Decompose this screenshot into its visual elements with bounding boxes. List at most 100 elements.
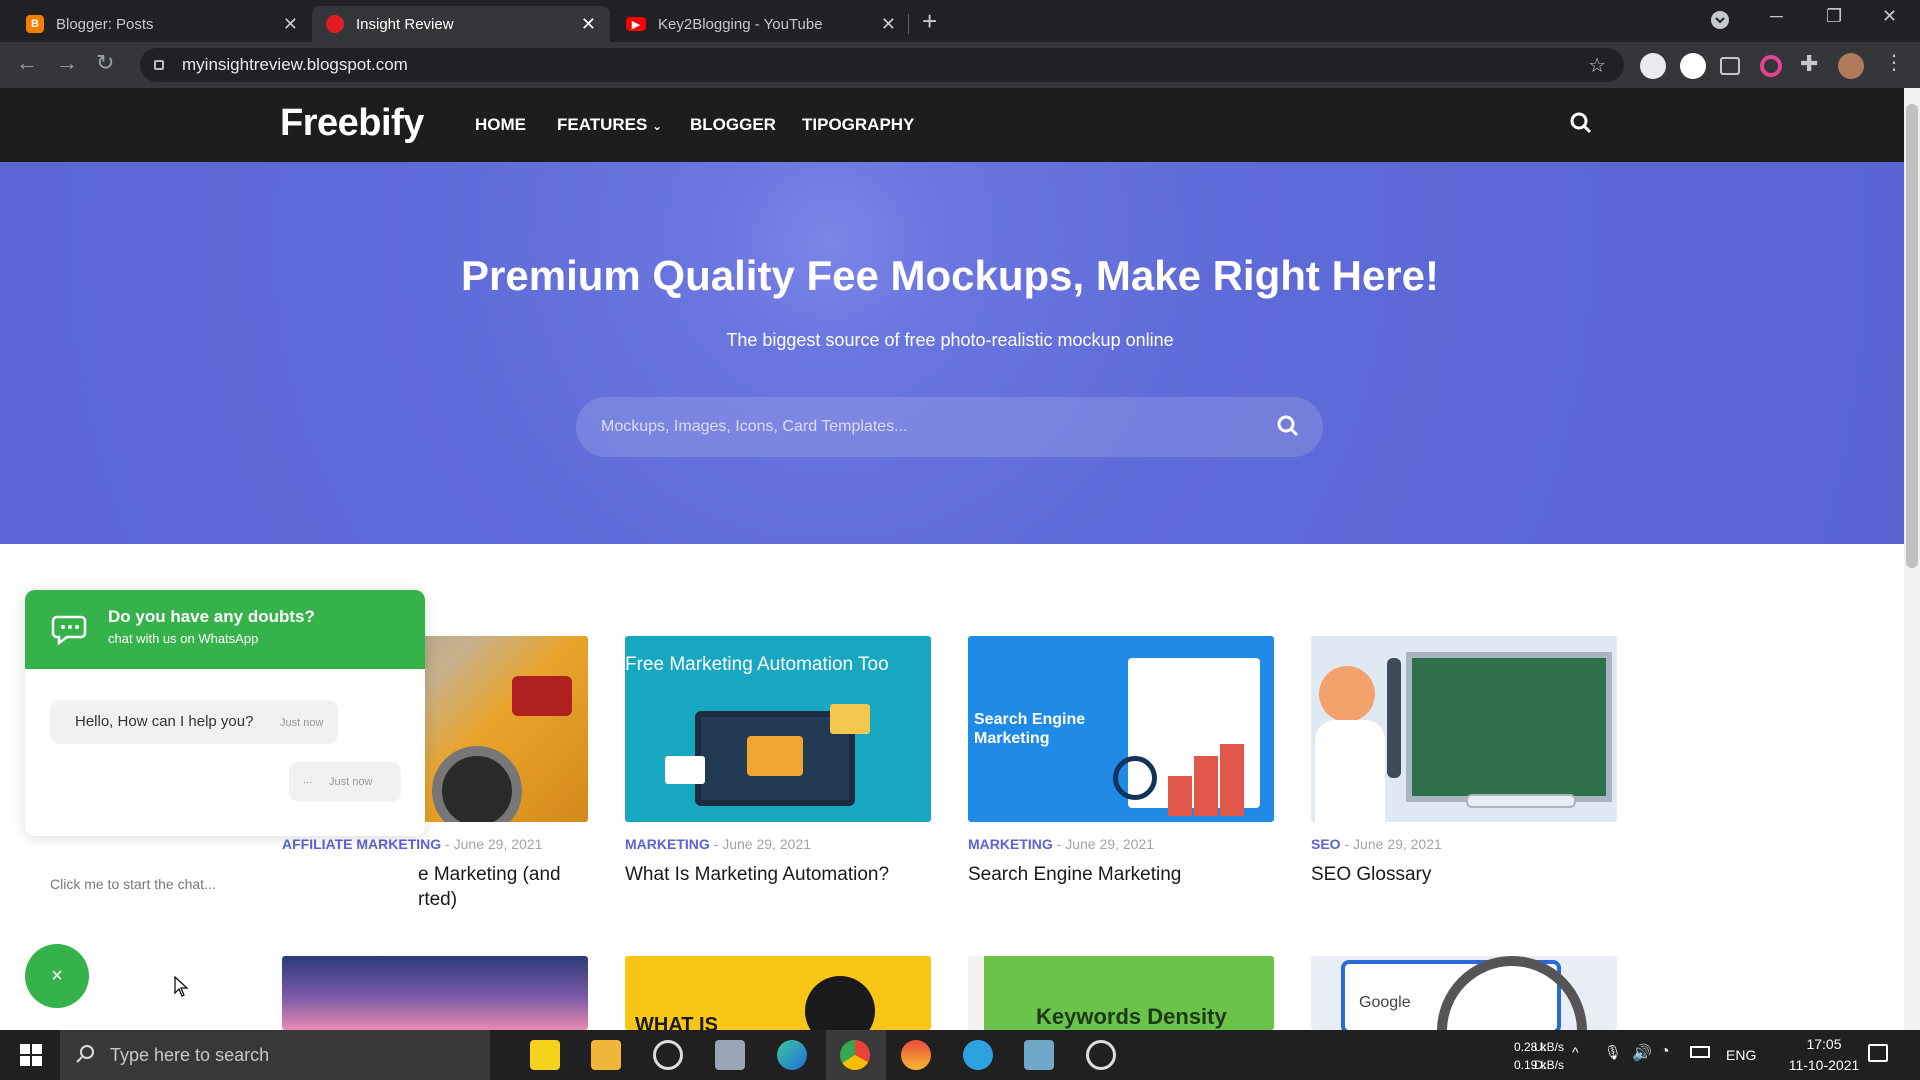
volume-icon[interactable]: 🔊: [1632, 1043, 1652, 1063]
post-thumbnail-sky[interactable]: [282, 956, 588, 1030]
opera-icon: [326, 15, 344, 33]
language-indicator[interactable]: ENG: [1726, 1047, 1756, 1063]
post-category[interactable]: SEO: [1311, 836, 1341, 852]
nav-home[interactable]: HOME: [475, 115, 526, 135]
post-thumbnail-google[interactable]: Google: [1311, 956, 1617, 1030]
close-tab-icon[interactable]: ✕: [881, 14, 896, 35]
hero-section: Premium Quality Fee Mockups, Make Right …: [0, 162, 1904, 544]
envelope-graphic: [747, 736, 803, 776]
extension-circle-icon[interactable]: [1680, 53, 1706, 79]
bookmark-star-icon[interactable]: ☆: [1588, 53, 1606, 78]
post-meta: AFFILIATE MARKETING - June 29, 2021: [282, 836, 542, 852]
restore-icon[interactable]: ❐: [1826, 6, 1842, 27]
meta-separator: -: [445, 836, 454, 852]
edge-icon[interactable]: [777, 1040, 807, 1070]
whatsapp-close-button[interactable]: ×: [25, 944, 89, 1008]
obs-icon[interactable]: [653, 1040, 683, 1070]
extension-color-icon[interactable]: [1760, 55, 1782, 77]
chat-bubbles-icon: [51, 609, 91, 654]
windows-start-icon[interactable]: [20, 1044, 42, 1071]
meta-separator: -: [1344, 836, 1354, 852]
post-date: June 29, 2021: [1065, 836, 1154, 852]
close-window-icon[interactable]: ✕: [1882, 6, 1897, 27]
windows-taskbar: Type here to search U: D: 0.28 kB/s 0.19…: [0, 1030, 1920, 1080]
reload-icon[interactable]: ↻: [96, 50, 114, 76]
battery-icon[interactable]: [1690, 1046, 1710, 1058]
post-thumbnail-marketing-automation[interactable]: Free Marketing Automation Too: [625, 636, 931, 822]
podium-graphic: [1194, 756, 1218, 816]
post-thumbnail-seo-glossary[interactable]: [1311, 636, 1617, 822]
post-title[interactable]: SEO Glossary: [1311, 862, 1621, 887]
post-category[interactable]: AFFILIATE MARKETING: [282, 836, 441, 852]
post-title[interactable]: What Is Marketing Automation?: [625, 862, 935, 887]
tab-title: Blogger: Posts: [56, 15, 154, 33]
notification-icon[interactable]: [1868, 1044, 1888, 1062]
profile-avatar[interactable]: [1838, 53, 1864, 79]
scrollbar-thumb[interactable]: [1906, 104, 1918, 568]
chalkboard-graphic: [1406, 652, 1612, 802]
post-thumbnail-what-is[interactable]: WHAT IS: [625, 956, 931, 1030]
app-icon[interactable]: [1024, 1040, 1054, 1070]
close-tab-icon[interactable]: ✕: [581, 14, 596, 35]
wifi-icon[interactable]: ◔: [1660, 1043, 1670, 1061]
whatsapp-chat-panel[interactable]: Do you have any doubts? chat with us on …: [25, 590, 425, 836]
chat-message-bubble: Hello, How can I help you? Just now: [50, 700, 338, 744]
post-thumbnail-keywords-density[interactable]: Keywords Density: [968, 956, 1274, 1030]
tab-title: Insight Review: [356, 15, 454, 33]
post-category[interactable]: MARKETING: [968, 836, 1053, 852]
back-icon[interactable]: ←: [16, 50, 38, 76]
meta-separator: -: [713, 836, 723, 852]
menu-kebab-icon[interactable]: ⋮: [1884, 50, 1910, 76]
nav-blogger[interactable]: BLOGGER: [690, 115, 776, 135]
youtube-icon: ▶: [626, 17, 646, 31]
browser-tab-bar: B Blogger: Posts ✕ Insight Review ✕ ▶ Ke…: [0, 0, 1920, 42]
hero-search-input[interactable]: [601, 418, 1261, 436]
search-icon[interactable]: [1570, 112, 1592, 139]
tab-separator: [908, 14, 909, 34]
telegram-icon[interactable]: [963, 1040, 993, 1070]
post-title[interactable]: e Marketing (and rted): [282, 862, 592, 912]
post-title-line2: rted): [418, 889, 458, 910]
app-icon[interactable]: [715, 1040, 745, 1070]
minimize-icon[interactable]: ─: [1770, 6, 1783, 27]
magnifier-graphic: [1113, 756, 1157, 800]
tab-key2blogging-youtube[interactable]: ▶ Key2Blogging - YouTube ✕: [612, 6, 910, 42]
forward-icon[interactable]: →: [56, 50, 78, 76]
extension-window-icon[interactable]: [1720, 57, 1740, 75]
extension-eyedropper-icon[interactable]: [1640, 53, 1666, 79]
search-icon[interactable]: [1277, 415, 1299, 442]
post-category[interactable]: MARKETING: [625, 836, 710, 852]
clock-time[interactable]: 17:05: [1784, 1036, 1864, 1052]
folder-graphic: [830, 704, 870, 734]
post-thumbnail-search-engine-marketing[interactable]: Search Engine Marketing: [968, 636, 1274, 822]
nav-tipography[interactable]: TIPOGRAPHY: [802, 115, 914, 135]
app-icon[interactable]: [901, 1040, 931, 1070]
typing-indicator: ...: [303, 774, 313, 786]
sticky-notes-icon[interactable]: [530, 1040, 560, 1070]
microphone-icon[interactable]: 🎙: [1604, 1044, 1622, 1061]
post-date: June 29, 2021: [722, 836, 811, 852]
thumbnail-caption: Google: [1359, 994, 1411, 1011]
file-explorer-icon[interactable]: [591, 1040, 621, 1070]
taskbar-search-box[interactable]: Type here to search: [60, 1030, 490, 1080]
chevron-up-icon[interactable]: ^: [1572, 1044, 1579, 1060]
chrome-icon[interactable]: [840, 1040, 870, 1070]
start-chat-link[interactable]: Click me to start the chat...: [50, 876, 216, 892]
close-tab-icon[interactable]: ✕: [283, 14, 298, 35]
post-meta: SEO - June 29, 2021: [1311, 836, 1442, 852]
nav-features[interactable]: FEATURES ⌄: [557, 115, 662, 135]
address-bar[interactable]: myinsightreview.blogspot.com ☆: [140, 48, 1624, 82]
puzzle-icon[interactable]: ✚: [1800, 51, 1826, 77]
tab-search-icon[interactable]: [1710, 10, 1730, 35]
podium-graphic: [1220, 744, 1244, 816]
new-tab-button[interactable]: +: [922, 6, 937, 37]
mouse-cursor-icon: [174, 975, 190, 1003]
clock-date[interactable]: 11-10-2021: [1772, 1057, 1876, 1073]
chat-typing-bubble: ... Just now: [289, 762, 401, 802]
post-title[interactable]: Search Engine Marketing: [968, 862, 1278, 887]
tab-blogger-posts[interactable]: B Blogger: Posts ✕: [12, 6, 312, 42]
tab-insight-review[interactable]: Insight Review ✕: [312, 6, 610, 42]
site-logo[interactable]: Freebify: [280, 102, 424, 145]
lock-icon[interactable]: [154, 60, 164, 70]
obs-icon[interactable]: [1086, 1040, 1116, 1070]
